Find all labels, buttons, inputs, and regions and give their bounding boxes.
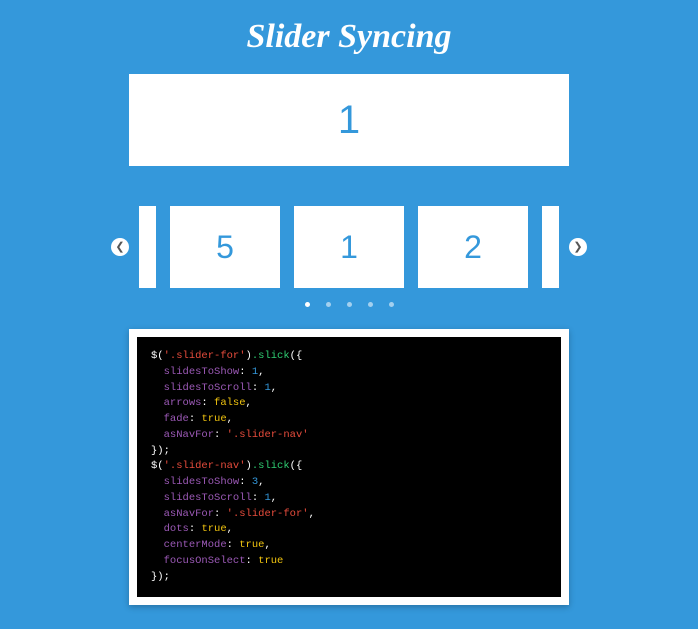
dots — [0, 302, 698, 307]
dot[interactable] — [326, 302, 331, 307]
nav-slide[interactable]: 5 — [170, 206, 280, 288]
code-method: .slick — [252, 350, 290, 362]
code-selector: '.slider-nav' — [164, 460, 246, 472]
nav-slide-edge-left[interactable] — [139, 206, 156, 288]
slider-for[interactable]: 1 — [129, 74, 569, 166]
dot[interactable] — [347, 302, 352, 307]
code-selector: '.slider-for' — [164, 350, 246, 362]
nav-slide-edge-right[interactable] — [542, 206, 559, 288]
nav-slide[interactable]: 2 — [418, 206, 528, 288]
nav-slide[interactable]: 1 — [294, 206, 404, 288]
code-val: true — [201, 413, 226, 425]
slider-for-current: 1 — [338, 98, 360, 143]
dot[interactable] — [389, 302, 394, 307]
slider-nav-row: ❮ 5 1 2 ❯ — [99, 206, 599, 288]
code-val: '.slider-for' — [227, 508, 309, 520]
code-val: true — [258, 555, 283, 567]
dot[interactable] — [305, 302, 310, 307]
next-arrow-icon[interactable]: ❯ — [569, 238, 587, 256]
page-title: Slider Syncing — [0, 18, 698, 56]
code-val: false — [214, 397, 246, 409]
slider-nav: 5 1 2 — [139, 206, 559, 288]
prev-arrow-icon[interactable]: ❮ — [111, 238, 129, 256]
code-frame: $('.slider-for').slick({ slidesToShow: 1… — [129, 329, 569, 605]
page: Slider Syncing 1 ❮ 5 1 2 ❯ $('.slider-fo… — [0, 0, 698, 605]
code-val: true — [239, 539, 264, 551]
code-val: true — [201, 523, 226, 535]
dot[interactable] — [368, 302, 373, 307]
code-method: .slick — [252, 460, 290, 472]
code-block: $('.slider-for').slick({ slidesToShow: 1… — [137, 337, 561, 597]
code-val: '.slider-nav' — [227, 429, 309, 441]
